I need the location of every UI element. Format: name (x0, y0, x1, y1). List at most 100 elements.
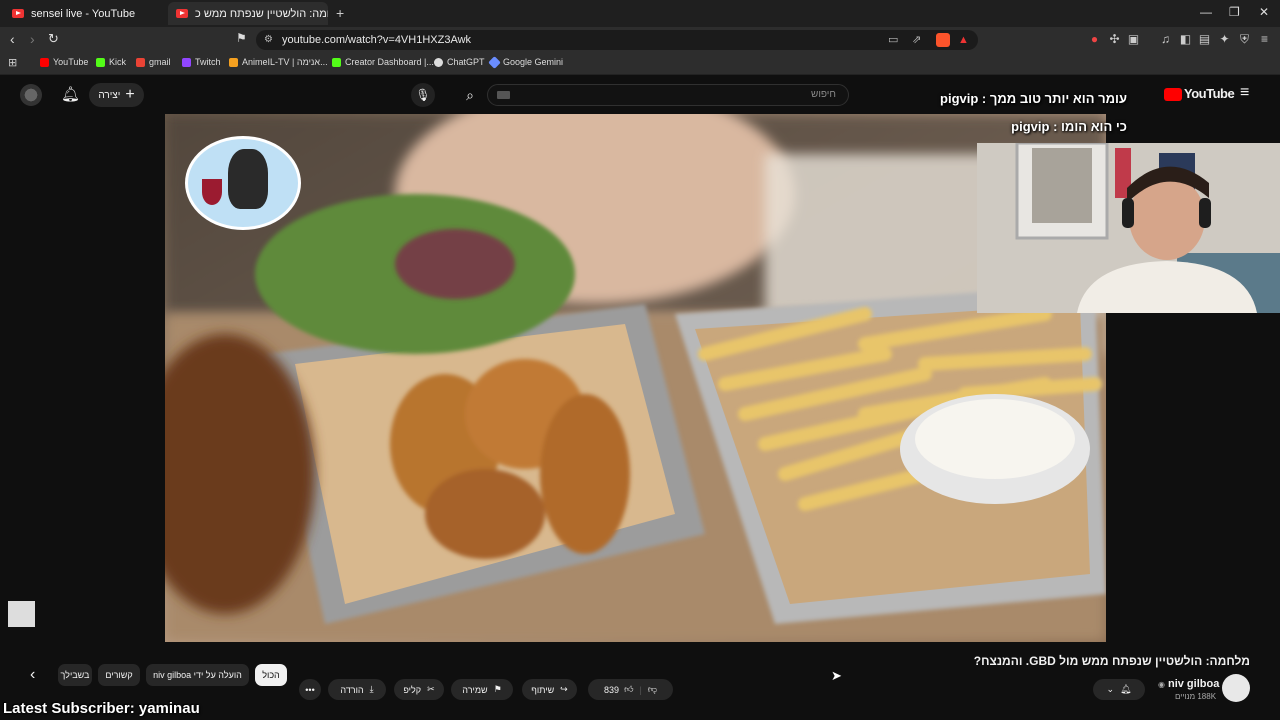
cast-icon[interactable]: ▭ (888, 30, 898, 50)
youtube-logo-icon[interactable] (1164, 88, 1182, 101)
avatar[interactable] (20, 84, 42, 106)
browser-toolbar: ‹ › ↻ ⚑ ⚙ youtube.com/watch?v=4VH1HXZ3Aw… (0, 27, 1280, 53)
tab-sensei-live[interactable]: sensei live - YouTube (4, 2, 167, 25)
bell-icon: 🔔︎ (1120, 684, 1132, 694)
sidebar-icon[interactable]: ◧ (1179, 33, 1192, 46)
mouse-cursor-icon: ➤ (831, 668, 842, 683)
scissors-icon: ✂ (427, 684, 435, 694)
channel-avatar[interactable] (1222, 674, 1250, 702)
share-icon: ↪ (560, 684, 568, 694)
download-button[interactable]: הורדה ⤓ (328, 679, 386, 700)
share-page-icon[interactable]: ⇗ (912, 30, 921, 50)
chips-scroll-left-icon[interactable]: ‹ (30, 666, 35, 684)
leo-ai-icon[interactable]: ✦ (1218, 33, 1231, 46)
wine-glass-icon (202, 179, 222, 205)
chevron-down-icon: ⌄ (1106, 684, 1115, 694)
url-text: youtube.com/watch?v=4VH1HXZ3Awk (282, 34, 472, 46)
bookmark-gmail[interactable]: gmail (136, 57, 171, 67)
stream-chat-message: עומר הוא יותר טוב ממך : pigvip (940, 91, 1127, 106)
notifications-icon[interactable]: 🔔︎ (61, 85, 80, 103)
bookmark-save-icon: ⚑ (493, 684, 502, 694)
video-title: מלחמה: הולשטיין שנפתח ממש מול GBD. והמנצ… (973, 654, 1250, 668)
gemini-icon (488, 55, 501, 69)
download-icon: ⤓ (369, 684, 374, 694)
plus-icon: + (125, 86, 135, 103)
chip-by-channel[interactable]: הועלה על ידי niv gilboa (146, 664, 249, 686)
save-button[interactable]: שמירה ⚑ (451, 679, 513, 700)
search-input[interactable]: חיפוש (487, 84, 849, 106)
verified-icon: ◉ (1158, 679, 1165, 689)
voice-search-icon[interactable]: 🎙︎ (411, 83, 435, 107)
maximize-icon[interactable]: ❐ (1229, 5, 1240, 19)
create-button[interactable]: יצירה + (89, 83, 144, 107)
tab-title: sensei live - YouTube (31, 7, 136, 20)
forward-icon[interactable]: › (30, 31, 35, 47)
minimize-icon[interactable]: — (1200, 5, 1212, 19)
caricature-figure (228, 149, 268, 209)
vpn-icon[interactable]: ⛨ (1238, 33, 1251, 46)
bookmark-kick[interactable]: Kick (96, 57, 126, 67)
stream-chat-message: כי הוא הומו : pigvip (1011, 119, 1127, 134)
brave-shields-icon[interactable] (936, 33, 950, 47)
screenshot-icon[interactable]: ▣ (1127, 33, 1140, 46)
youtube-icon (40, 57, 49, 67)
thumbs-down-icon: 👎︎ (647, 684, 657, 694)
bookmarks-bar: ⊞ YouTube Kick gmail Twitch AnimeIL-TV |… (0, 53, 1280, 75)
subscriber-count: 188K מנויים (1175, 692, 1217, 701)
bookmark-gemini[interactable]: Google Gemini (488, 55, 563, 69)
subscription-button[interactable]: ⌄ 🔔︎ (1093, 679, 1145, 700)
keyboard-icon[interactable] (497, 91, 510, 99)
bookmark-twitch[interactable]: Twitch (182, 57, 221, 67)
like-button[interactable]: 839 👍︎ (604, 684, 633, 695)
browser-tab-bar: sensei live - YouTube מלחמה: הולשטיין שנ… (0, 0, 1280, 27)
video-player[interactable] (165, 114, 1106, 642)
streamer-webcam (977, 143, 1280, 313)
like-dislike-group: 839 👍︎ | 👎︎ (588, 679, 673, 700)
bookmark-chatgpt[interactable]: ChatGPT (434, 57, 485, 67)
gmail-icon (136, 57, 145, 67)
youtube-favicon-icon (176, 9, 188, 18)
bookmark-animeil[interactable]: AnimeIL-TV | אנימה... (229, 57, 328, 67)
share-button[interactable]: שיתוף ↪ (522, 679, 577, 700)
animeil-icon (229, 57, 238, 67)
apps-icon[interactable]: ⊞ (8, 56, 17, 69)
bookmark-icon[interactable]: ⚑ (236, 31, 247, 45)
dislike-button[interactable]: 👎︎ (648, 684, 657, 695)
kick-icon (96, 57, 105, 67)
wallet-icon[interactable]: ▤ (1198, 33, 1211, 46)
brave-rewards-icon[interactable]: ▲ (958, 30, 969, 50)
tab-current-video[interactable]: מלחמה: הולשטיין שנפתח ממש כ ✕ (168, 2, 328, 25)
menu-icon[interactable]: ≡ (1258, 33, 1271, 46)
extensions-icon[interactable]: ✣ (1108, 33, 1121, 46)
clip-button[interactable]: קליפ ✂ (394, 679, 444, 700)
thumbs-up-icon: 👍︎ (624, 684, 634, 694)
chip-for-you[interactable]: בשבילך (58, 664, 92, 686)
video-frame (165, 114, 1106, 642)
miniplayer-thumbnail[interactable] (8, 601, 35, 627)
close-window-icon[interactable]: ✕ (1259, 5, 1269, 19)
twitch-icon (182, 57, 191, 67)
back-icon[interactable]: ‹ (10, 31, 15, 47)
reload-icon[interactable]: ↻ (48, 31, 59, 47)
search-icon[interactable]: ⌕ (455, 83, 485, 107)
latest-subscriber-overlay: Latest Subscriber: yaminau (3, 700, 200, 717)
new-tab-button[interactable]: + (336, 5, 344, 21)
bookmark-creator-dashboard[interactable]: Creator Dashboard |... (332, 57, 434, 67)
extension-red-icon[interactable]: ● (1088, 33, 1101, 46)
webcam-frame (977, 143, 1280, 313)
site-info-icon[interactable]: ⚙ (264, 30, 273, 50)
channel-name-link[interactable]: ◉ niv gilboa (1158, 678, 1219, 690)
more-icon: ••• (305, 684, 315, 695)
hamburger-menu-icon[interactable]: ≡ (1240, 84, 1249, 102)
youtube-favicon-icon (12, 9, 24, 18)
channel-watermark-logo (185, 136, 301, 230)
chip-related[interactable]: קשורים (98, 664, 140, 686)
youtube-logo[interactable]: YouTube (1184, 86, 1235, 101)
chip-all[interactable]: הכול (255, 664, 287, 686)
more-actions-button[interactable]: ••• (299, 679, 321, 700)
kick-dashboard-icon (332, 57, 341, 67)
media-icon[interactable]: ♫ (1159, 33, 1172, 46)
chatgpt-icon (434, 57, 443, 67)
bookmark-youtube[interactable]: YouTube (40, 57, 88, 67)
address-bar[interactable]: ⚙ youtube.com/watch?v=4VH1HXZ3Awk ▭ ⇗ ▲ (256, 30, 978, 50)
